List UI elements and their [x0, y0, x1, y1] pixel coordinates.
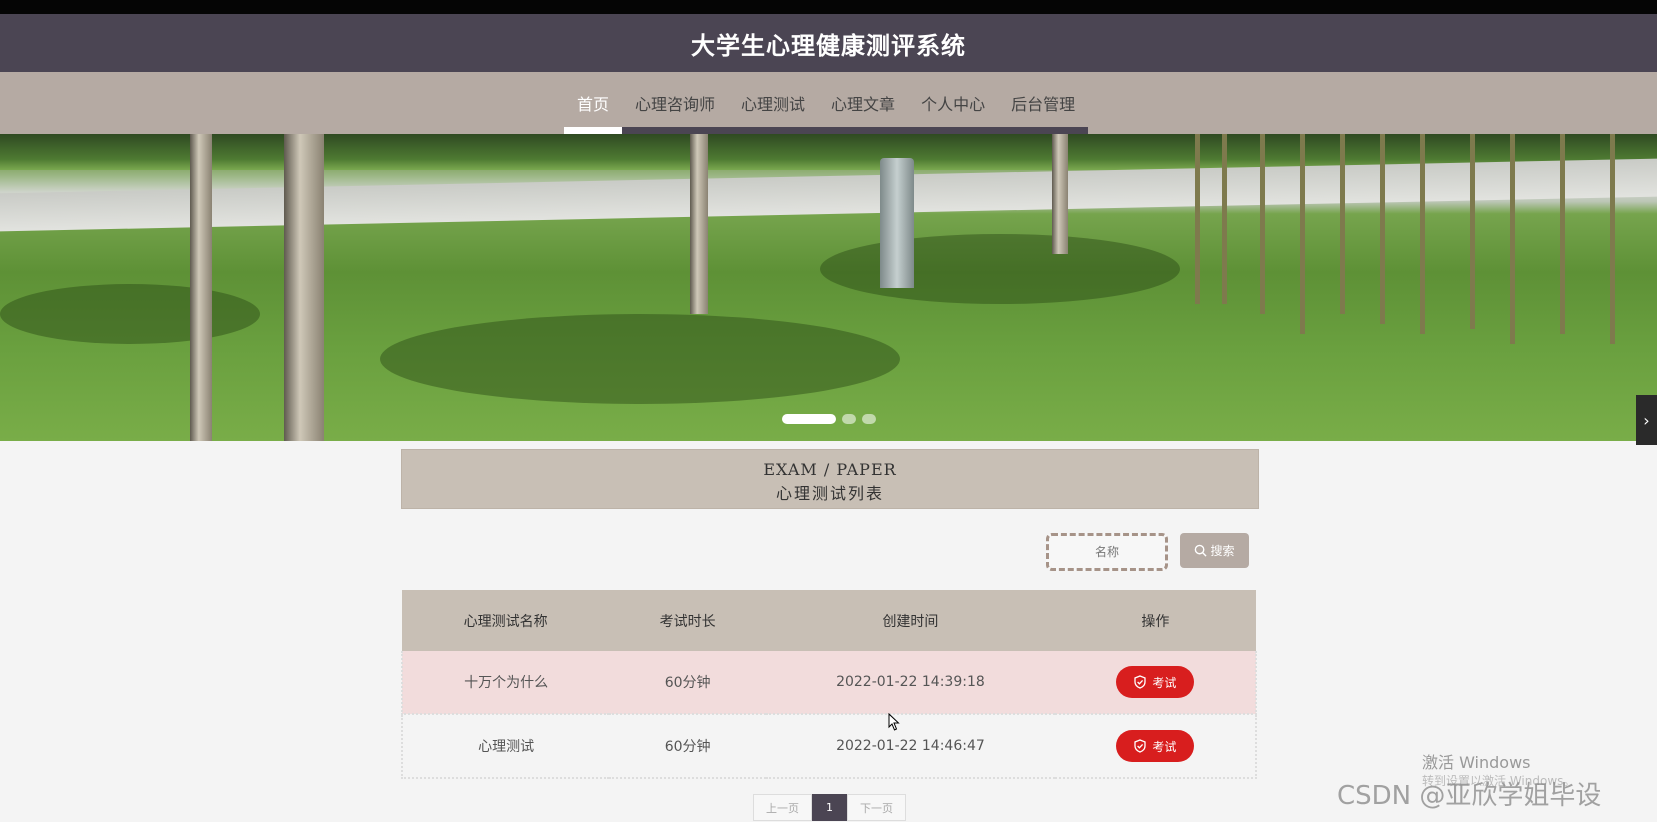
window-top-bar — [0, 0, 1657, 14]
nav-item-label: 首页 — [577, 95, 610, 114]
csdn-watermark: CSDN @亚欣学姐毕设 — [1337, 781, 1602, 811]
banner-tree — [284, 134, 324, 441]
nav-item-counselors[interactable]: 心理咨询师 — [622, 72, 729, 134]
windows-activation-watermark: 激活 Windows — [1422, 753, 1531, 772]
carousel-indicators — [782, 414, 876, 424]
action-cell: 考试 — [1054, 651, 1258, 715]
banner-bamboo — [1510, 134, 1515, 344]
search-input[interactable]: 名称 — [1046, 533, 1168, 571]
nav-underline — [622, 127, 729, 134]
column-header-action: 操作 — [1054, 590, 1256, 651]
test-name-cell: 十万个为什么 — [400, 651, 610, 715]
section-header: EXAM / PAPER 心理测试列表 — [401, 449, 1259, 509]
nav-underline — [818, 127, 909, 134]
nav-underline — [908, 127, 999, 134]
mouse-cursor-icon — [888, 713, 900, 731]
nav-item-label: 心理文章 — [831, 95, 896, 114]
shield-check-icon — [1134, 739, 1147, 753]
exam-button[interactable]: 考试 — [1115, 666, 1194, 698]
section-cn-title: 心理测试列表 — [775, 484, 884, 503]
chevron-right-icon: › — [1643, 410, 1650, 430]
test-name-cell: 心理测试 — [400, 714, 610, 779]
search-icon — [1195, 544, 1208, 557]
nav-item-label: 后台管理 — [1011, 95, 1076, 114]
exam-button-label: 考试 — [1152, 739, 1177, 754]
table-row[interactable]: 心理测试 60分钟 2022-01-22 14:46:47 考试 — [400, 714, 1258, 779]
banner-bamboo — [1560, 134, 1565, 334]
column-header-duration: 考试时长 — [609, 590, 767, 651]
banner-bamboo — [1420, 134, 1425, 334]
nav-underline — [728, 127, 819, 134]
banner-bamboo — [1380, 134, 1385, 324]
action-cell: 考试 — [1054, 714, 1258, 779]
pagination: 上一页 1 下一页 — [753, 794, 906, 821]
nav-item-label: 个人中心 — [921, 95, 986, 114]
banner-bamboo — [1195, 134, 1200, 304]
created-time-cell: 2022-01-22 14:46:47 — [766, 714, 1055, 779]
banner-tree — [1052, 134, 1068, 254]
test-list-table: 心理测试名称 考试时长 创建时间 操作 十万个为什么 60分钟 2022-01-… — [400, 590, 1258, 779]
duration-cell: 60分钟 — [609, 714, 767, 779]
carousel-dot-1[interactable] — [782, 414, 836, 424]
banner-tree — [190, 134, 212, 441]
duration-cell: 60分钟 — [609, 651, 767, 715]
exam-button-label: 考试 — [1152, 675, 1177, 690]
banner-bamboo — [1610, 134, 1615, 344]
banner-tree — [690, 134, 708, 314]
banner-bamboo — [1300, 134, 1305, 334]
prev-page-button[interactable]: 上一页 — [753, 794, 812, 821]
banner-lamp — [880, 158, 914, 288]
banner-bamboo — [1260, 134, 1265, 314]
nav-item-tests[interactable]: 心理测试 — [728, 72, 819, 134]
exam-button[interactable]: 考试 — [1115, 730, 1194, 762]
nav-item-articles[interactable]: 心理文章 — [818, 72, 909, 134]
section-en-title: EXAM / PAPER — [763, 460, 897, 479]
nav-item-home[interactable]: 首页 — [564, 72, 623, 134]
carousel-dot-3[interactable] — [862, 414, 876, 424]
banner-bamboo — [1340, 134, 1345, 314]
shield-check-icon — [1134, 675, 1147, 689]
search-button-label: 搜索 — [1210, 544, 1235, 558]
next-page-button[interactable]: 下一页 — [847, 794, 906, 821]
column-header-name: 心理测试名称 — [402, 590, 610, 651]
banner-shadow — [380, 314, 900, 404]
banner-carousel[interactable] — [0, 134, 1657, 441]
table-header-row: 心理测试名称 考试时长 创建时间 操作 — [402, 590, 1256, 651]
nav-item-label: 心理测试 — [741, 95, 806, 114]
banner-bamboo — [1470, 134, 1475, 329]
nav-item-label: 心理咨询师 — [635, 95, 716, 114]
nav-underline — [998, 127, 1089, 134]
banner-bamboo — [1222, 134, 1227, 304]
nav-item-profile[interactable]: 个人中心 — [908, 72, 999, 134]
banner-shadow — [820, 234, 1180, 304]
created-time-cell: 2022-01-22 14:39:18 — [766, 651, 1055, 715]
nav-item-admin[interactable]: 后台管理 — [998, 72, 1089, 134]
column-header-created: 创建时间 — [766, 590, 1055, 651]
carousel-dot-2[interactable] — [842, 414, 856, 424]
search-button[interactable]: 搜索 — [1180, 533, 1249, 568]
nav-underline — [564, 127, 623, 134]
main-nav: 首页 心理咨询师 心理测试 心理文章 个人中心 后台管理 — [0, 72, 1657, 134]
site-title: 大学生心理健康测评系统 — [0, 14, 1657, 72]
carousel-next-button[interactable]: › — [1636, 395, 1657, 445]
current-page-button[interactable]: 1 — [812, 794, 847, 821]
table-row[interactable]: 十万个为什么 60分钟 2022-01-22 14:39:18 考试 — [400, 651, 1258, 715]
banner-shadow — [0, 284, 260, 344]
